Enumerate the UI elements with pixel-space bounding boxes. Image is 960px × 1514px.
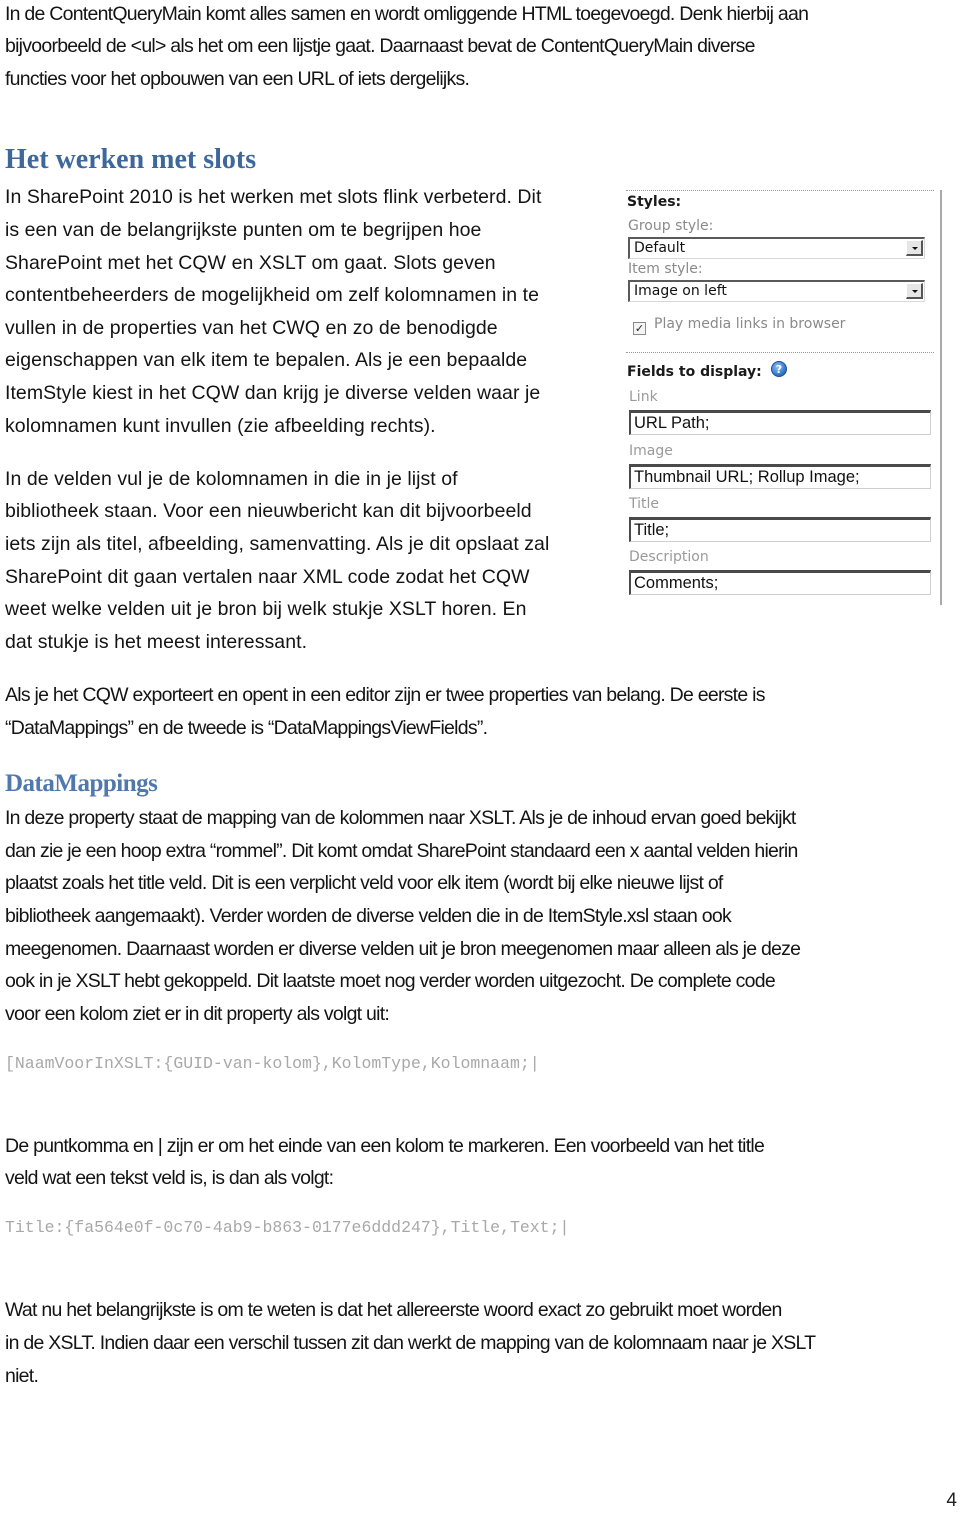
cqw-properties-screenshot: Styles: Group style: Default Item style:… <box>620 185 942 605</box>
text-line: in de XSLT. Indien daar een verschil tus… <box>5 1332 816 1354</box>
dotted-separator <box>626 190 934 191</box>
page-number: 4 <box>946 1490 957 1511</box>
section-heading-datamappings: DataMappings <box>5 770 158 797</box>
text-line: weet welke velden uit je bron bij welk s… <box>5 598 527 620</box>
text-line: veld wat een tekst veld is, is dan als v… <box>5 1167 334 1189</box>
chevron-down-icon[interactable] <box>906 283 923 299</box>
group-style-label: Group style: <box>628 218 714 234</box>
field-input-description[interactable]: Comments; <box>629 570 931 595</box>
text-line: In SharePoint 2010 is het werken met slo… <box>5 186 542 208</box>
text-line: bibliotheek staan. Voor een nieuwbericht… <box>5 500 532 522</box>
panel-divider <box>940 190 942 605</box>
text-line: De puntkomma en | zijn er om het einde v… <box>5 1135 765 1157</box>
text-line: Wat nu het belangrijkste is om te weten … <box>5 1299 782 1321</box>
item-style-label: Item style: <box>628 261 703 277</box>
help-icon[interactable]: ? <box>771 361 787 377</box>
text-line: In de ContentQueryMain komt alles samen … <box>5 3 809 25</box>
group-style-value: Default <box>634 240 686 256</box>
field-input-image[interactable]: Thumbnail URL; Rollup Image; <box>629 464 931 489</box>
field-value-image: Thumbnail URL; Rollup Image; <box>634 468 860 486</box>
styles-section-title: Styles: <box>627 194 682 210</box>
play-media-label: Play media links in browser <box>654 316 846 332</box>
group-style-select[interactable]: Default <box>628 237 925 259</box>
code-snippet-format: [NaamVoorInXSLT:{GUID-van-kolom},KolomTy… <box>5 1054 540 1073</box>
field-value-link: URL Path; <box>634 414 710 432</box>
item-style-select[interactable]: Image on left <box>628 280 925 302</box>
text-line: “DataMappings” en de tweede is “DataMapp… <box>5 717 488 739</box>
text-line: vullen in de properties van het CWQ en z… <box>5 317 498 339</box>
text-line: ItemStyle kiest in het CQW dan krijg je … <box>5 382 541 404</box>
text-line: dan zie je een hoop extra “rommel”. Dit … <box>5 840 798 862</box>
text-line: bibliotheek aangemaakt). Verder worden d… <box>5 905 732 927</box>
text-line: In deze property staat de mapping van de… <box>5 807 796 829</box>
field-value-description: Comments; <box>634 574 719 592</box>
field-label-link: Link <box>629 389 658 405</box>
text-line: contentbeheerders de mogelijkheid om zel… <box>5 284 540 306</box>
text-line: SharePoint dit gaan vertalen naar XML co… <box>5 566 530 588</box>
chevron-down-icon[interactable] <box>906 240 923 256</box>
code-snippet-title-example: Title:{fa564e0f-0c70-4ab9-b863-0177e6ddd… <box>5 1218 570 1237</box>
field-label-title: Title <box>629 496 660 512</box>
dotted-separator <box>626 352 934 353</box>
section-heading-slots: Het werken met slots <box>5 144 257 175</box>
text-line: is een van de belangrijkste punten om te… <box>5 219 482 241</box>
text-line: In de velden vul je de kolomnamen in die… <box>5 468 458 490</box>
text-line: dat stukje is het meest interessant. <box>5 631 308 653</box>
field-label-description: Description <box>629 549 709 565</box>
text-line: voor een kolom ziet er in dit property a… <box>5 1003 390 1025</box>
field-input-link[interactable]: URL Path; <box>629 410 931 435</box>
field-value-title: Title; <box>634 521 670 539</box>
play-media-checkbox[interactable]: ✓ <box>633 322 646 335</box>
fields-section-title: Fields to display: <box>627 364 762 380</box>
text-line: functies voor het opbouwen van een URL o… <box>5 68 470 90</box>
text-line: SharePoint met het CQW en XSLT om gaat. … <box>5 252 496 274</box>
text-line: niet. <box>5 1365 39 1387</box>
field-input-title[interactable]: Title; <box>629 517 931 542</box>
text-line: iets zijn als titel, afbeelding, samenva… <box>5 533 550 555</box>
text-line: kolomnamen kunt invullen (zie afbeelding… <box>5 415 436 437</box>
text-line: plaatst zoals het title veld. Dit is een… <box>5 872 723 894</box>
field-label-image: Image <box>629 443 673 459</box>
text-line: meegenomen. Daarnaast worden er diverse … <box>5 938 801 960</box>
text-line: Als je het CQW exporteert en opent in ee… <box>5 684 765 706</box>
text-line: eigenschappen van elk item te bepalen. A… <box>5 349 528 371</box>
text-line: bijvoorbeeld de <ul> als het om een lijs… <box>5 35 755 57</box>
text-line: ook in je XSLT hebt gekoppeld. Dit laats… <box>5 970 776 992</box>
item-style-value: Image on left <box>634 283 727 299</box>
